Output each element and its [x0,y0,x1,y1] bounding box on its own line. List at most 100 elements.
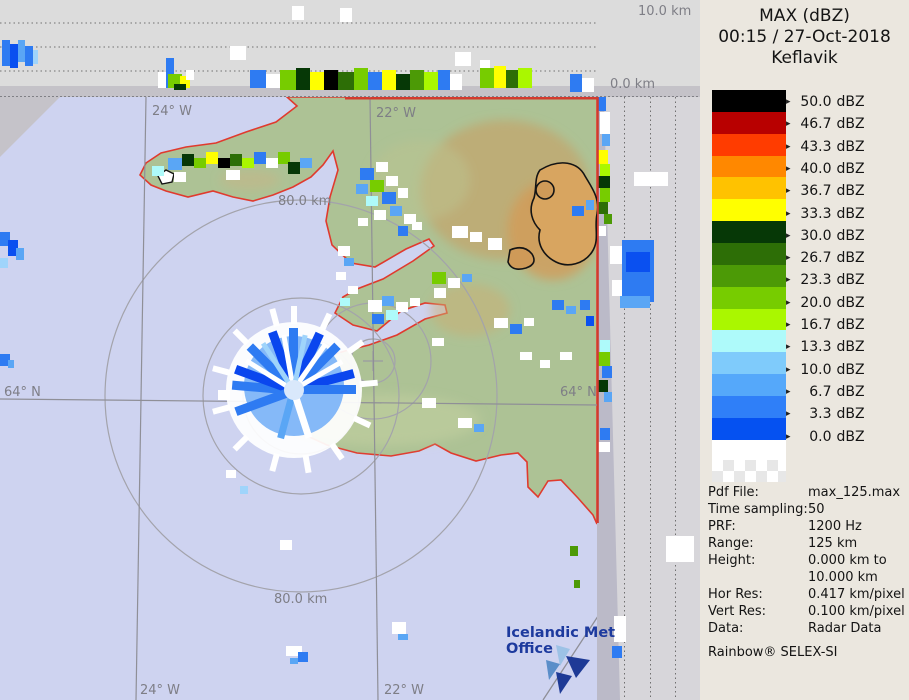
legend-color-20.0 [712,287,786,309]
radar-map-svg [0,0,700,700]
info-label: Height: [708,552,808,569]
parallel-64n-right-label: 64° N [560,385,597,400]
legend-value: 16.7 [794,317,832,333]
legend-unit: dBZ [837,406,865,422]
legend-tick-icon: ▸ [786,298,791,308]
legend-tick-icon: ▸ [786,253,791,263]
legend-unit: dBZ [837,272,865,288]
legend-color-33.3 [712,199,786,221]
legend-tick-icon: ▸ [786,142,791,152]
profile-axis-bottom-label: 0.0 km [610,77,655,92]
legend-label-20.0: ▸20.0 dBZ [786,293,865,313]
legend-unit: dBZ [837,317,865,333]
legend-label-46.7: ▸46.7dBZ [786,114,865,134]
legend-color-13.3 [712,330,786,352]
info-value: Radar Data [808,620,881,637]
info-label: PRF: [708,518,808,535]
info-label: Time sampling: [708,501,808,518]
legend-label-3.3: ▸3.3dBZ [786,404,865,424]
profile-axis-top-label: 10.0 km [638,4,691,19]
legend-unit: dBZ [837,295,865,311]
legend-unit: dBZ [837,362,865,378]
info-value: 0.100 km/pixel [808,603,905,620]
legend-tick-icon: ▸ [786,209,791,219]
radar-display-window: 10.0 km 0.0 km 24° W 22° W 24° W 22° W 6… [0,0,909,700]
legend-color-36.7 [712,177,786,199]
logo-line1: Icelandic Met [506,625,616,641]
legend-tick-icon: ▸ [786,432,791,442]
legend-unit: dBZ [837,94,865,110]
legend-unit: dBZ [837,161,865,177]
legend-value: 10.0 [794,362,832,378]
legend-tick-icon: ▸ [786,320,791,330]
legend-color-10.0 [712,352,786,374]
info-value: 0.000 km to 10.000 km [808,552,887,586]
legend-value: 26.7 [794,250,832,266]
parallel-64n-left-label: 64° N [4,385,41,400]
legend-label-43.3: ▸43.3dBZ [786,137,865,157]
legend-unit: dBZ [837,183,865,199]
info-value: 1200 Hz [808,518,862,535]
legend-tick-icon: ▸ [786,186,791,196]
legend-color-40.0 [712,156,786,178]
legend-tick-icon: ▸ [786,387,791,397]
info-value: 0.417 km/pixel [808,586,905,603]
sidebar: MAX (dBZ) 00:15 / 27-Oct-2018 Keflavik P… [700,0,909,700]
legend-unit: dBZ [837,250,865,266]
legend-value: 13.3 [794,339,832,355]
legend-unit: dBZ [837,228,865,244]
software-footer: Rainbow® SELEX-SI [708,644,906,661]
info-row: Data:Radar Data [708,620,906,637]
info-row: Vert Res:0.100 km/pixel [708,603,906,620]
product-timestamp: 00:15 / 27-Oct-2018 [700,27,909,48]
met-office-logo-text: Icelandic Met Office [506,625,616,657]
info-label: Pdf File: [708,484,808,501]
legend-color-50.0 [712,90,786,112]
range-ring-top-label: 80.0 km [278,194,331,209]
legend-value: 36.7 [794,183,832,199]
legend-value: 3.3 [794,406,832,422]
meridian-24w-bottom-label: 24° W [140,683,180,698]
legend-value: 23.3 [794,272,832,288]
legend-tick-icon: ▸ [786,164,791,174]
legend-unit: dBZ [837,384,865,400]
legend-label-36.7: ▸36.7 dBZ [786,181,865,201]
legend-label-6.7: ▸6.7dBZ [786,382,865,402]
right-profile-panel [597,97,700,700]
info-rows: Pdf File:max_125.maxTime sampling:50PRF:… [708,484,906,637]
meridian-22w-bottom-label: 22° W [384,683,424,698]
legend-label-16.7: ▸16.7 dBZ [786,315,865,335]
legend-color-below-min [712,440,786,460]
info-label: Data: [708,620,808,637]
info-row: Range:125 km [708,535,906,552]
info-row: Pdf File:max_125.max [708,484,906,501]
info-row: Height:0.000 km to 10.000 km [708,552,906,586]
info-row: Time sampling:50 [708,501,906,518]
legend-value: 0.0 [794,429,832,445]
legend-tick-icon: ▸ [786,119,791,129]
info-row: Hor Res:0.417 km/pixel [708,586,906,603]
legend-label-50.0: ▸50.0dBZ [786,92,865,112]
legend-color-transparent [712,460,786,482]
info-row: PRF:1200 Hz [708,518,906,535]
map-area [0,97,602,700]
info-value: max_125.max [808,484,900,501]
logo-line2: Office [506,641,616,657]
legend-value: 20.0 [794,295,832,311]
legend-color-3.3 [712,396,786,418]
legend-unit: dBZ [837,339,865,355]
legend-label-30.0: ▸30.0dBZ [786,226,865,246]
legend-label-26.7: ▸26.7 dBZ [786,248,865,268]
legend-label-40.0: ▸40.0 dBZ [786,159,865,179]
info-label: Hor Res: [708,586,808,603]
info-panel: Pdf File:max_125.maxTime sampling:50PRF:… [708,484,906,661]
top-profile-strip [0,0,700,97]
legend-tick-icon: ▸ [786,231,791,241]
legend-label-23.3: ▸23.3dBZ [786,270,865,290]
legend-unit: dBZ [837,139,865,155]
legend-label-33.3: ▸33.3dBZ [786,204,865,224]
legend-tick-icon: ▸ [786,342,791,352]
info-value: 125 km [808,535,857,552]
legend-value: 50.0 [794,94,832,110]
legend-value: 40.0 [794,161,832,177]
